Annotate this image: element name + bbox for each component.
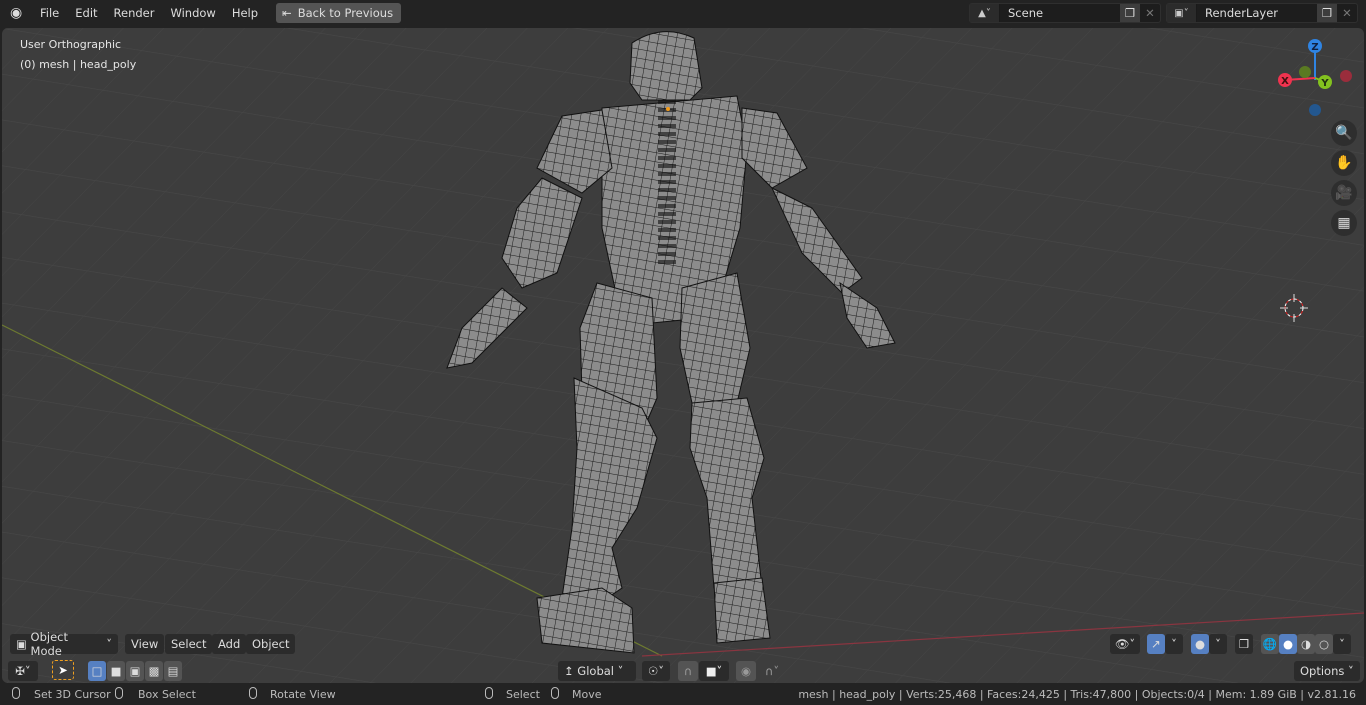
mode-difference-icon[interactable]: ▩ — [145, 661, 163, 681]
overlays-dropdown-icon[interactable]: ˅ — [1209, 634, 1227, 654]
mode-extend-icon[interactable]: ■ — [107, 661, 125, 681]
blender-logo-icon[interactable]: ◉ — [10, 5, 32, 21]
mouse-drag-icon — [115, 687, 123, 699]
view-name: User Orthographic — [20, 38, 122, 51]
solid-shading-icon[interactable]: ● — [1279, 634, 1297, 654]
gizmo-y[interactable]: Y — [1320, 78, 1329, 89]
mouse-middle-icon — [249, 687, 257, 699]
menu-add[interactable]: Add — [212, 634, 247, 654]
zoom-icon[interactable]: 🔍 — [1331, 120, 1357, 146]
back-to-previous-button[interactable]: ⇤ Back to Previous — [276, 3, 402, 23]
scene-stats: mesh | head_poly | Verts:25,468 | Faces:… — [798, 688, 1356, 701]
scene-name[interactable]: Scene — [1000, 6, 1120, 20]
falloff-icon[interactable]: ∩˅ — [758, 661, 786, 681]
orientation-icon: ↥ — [564, 664, 578, 678]
menu-window[interactable]: Window — [162, 6, 223, 20]
top-bar: ◉ File Edit Render Window Help ⇤ Back to… — [0, 0, 1366, 26]
menu-view[interactable]: View — [125, 634, 165, 654]
mode-intersect-icon[interactable]: ▤ — [164, 661, 182, 681]
menu-object[interactable]: Object — [246, 634, 296, 654]
renderlayer-selector[interactable]: ▣˅ RenderLayer ❐ ✕ — [1166, 3, 1358, 23]
rendered-shading-icon[interactable]: ○ — [1315, 634, 1333, 654]
viewport-scene: Z X Y — [2, 28, 1364, 683]
options-label: Options — [1300, 664, 1345, 678]
mouse-left-icon — [12, 687, 20, 699]
menu-select[interactable]: Select — [165, 634, 213, 654]
mouse-right-drag-icon — [551, 687, 559, 699]
hint-set-cursor: Set 3D Cursor — [34, 688, 111, 701]
proportional-edit-icon[interactable]: ◉ — [736, 661, 756, 681]
gizmo-x[interactable]: X — [1281, 76, 1289, 87]
visibility-icon[interactable]: 👁˅ — [1110, 634, 1140, 654]
object-mode-icon: ▣ — [16, 637, 31, 651]
overlays-icon[interactable]: ● — [1191, 634, 1209, 654]
status-bar: Set 3D Cursor Box Select Rotate View Sel… — [0, 683, 1366, 705]
hint-box-select: Box Select — [138, 688, 196, 701]
back-screen-icon: ⇤ — [282, 6, 292, 20]
mode-subtract-icon[interactable]: ▣ — [126, 661, 144, 681]
xray-icon[interactable]: ❐ — [1235, 634, 1253, 654]
hint-move: Move — [572, 688, 602, 701]
hint-rotate-view: Rotate View — [270, 688, 336, 701]
menu-file[interactable]: File — [32, 6, 67, 20]
options-dropdown[interactable]: Options ˅ — [1294, 661, 1360, 681]
object-origin — [666, 107, 670, 111]
menu-render[interactable]: Render — [106, 6, 163, 20]
renderlayer-icon[interactable]: ▣˅ — [1167, 4, 1197, 22]
object-info: (0) mesh | head_poly — [20, 58, 137, 71]
menu-edit[interactable]: Edit — [67, 6, 105, 20]
camera-icon[interactable]: 🎥 — [1331, 180, 1357, 206]
orientation-label: Global — [577, 664, 614, 678]
menu-help[interactable]: Help — [224, 6, 266, 20]
hand-pan-icon[interactable]: ✋ — [1331, 150, 1357, 176]
3d-viewport[interactable]: Z X Y User Orthographic (0) mesh | head_… — [2, 28, 1364, 683]
scene-selector[interactable]: ▲˅ Scene ❐ ✕ — [969, 3, 1161, 23]
snap-icon[interactable]: ∩ — [678, 661, 698, 681]
renderlayer-name[interactable]: RenderLayer — [1197, 6, 1317, 20]
delete-scene-icon[interactable]: ✕ — [1140, 6, 1160, 20]
gizmo-toggle-icon[interactable]: ↗ — [1147, 634, 1165, 654]
gizmo-dropdown-icon[interactable]: ˅ — [1165, 634, 1183, 654]
delete-renderlayer-icon[interactable]: ✕ — [1337, 6, 1357, 20]
mode-label: Object Mode — [30, 630, 68, 658]
gizmo-z[interactable]: Z — [1311, 42, 1318, 53]
select-tool-icon[interactable]: ➤ — [52, 660, 74, 680]
shading-dropdown-icon[interactable]: ˅ — [1333, 634, 1351, 654]
copy-renderlayer-icon[interactable]: ❐ — [1317, 4, 1337, 22]
transform-pivot-icon[interactable]: ✠˅ — [8, 661, 38, 681]
mode-dropdown[interactable]: ▣ Object Mode ˅ — [10, 630, 118, 658]
back-label: Back to Previous — [297, 6, 394, 20]
pivot-point-icon[interactable]: ☉˅ — [642, 661, 671, 681]
wireframe-shading-icon[interactable]: 🌐 — [1261, 634, 1279, 654]
scene-icon[interactable]: ▲˅ — [970, 4, 1000, 22]
snap-element-icon[interactable]: ■˅ — [699, 661, 729, 681]
material-shading-icon[interactable]: ◑ — [1297, 634, 1315, 654]
transform-orientation-dropdown[interactable]: ↥ Global ˅ — [558, 661, 636, 681]
grid-ortho-icon[interactable]: ▦ — [1331, 210, 1357, 236]
mouse-right-icon — [485, 687, 493, 699]
hint-select: Select — [506, 688, 540, 701]
copy-scene-icon[interactable]: ❐ — [1120, 4, 1140, 22]
mode-set-icon[interactable]: □ — [88, 661, 106, 681]
